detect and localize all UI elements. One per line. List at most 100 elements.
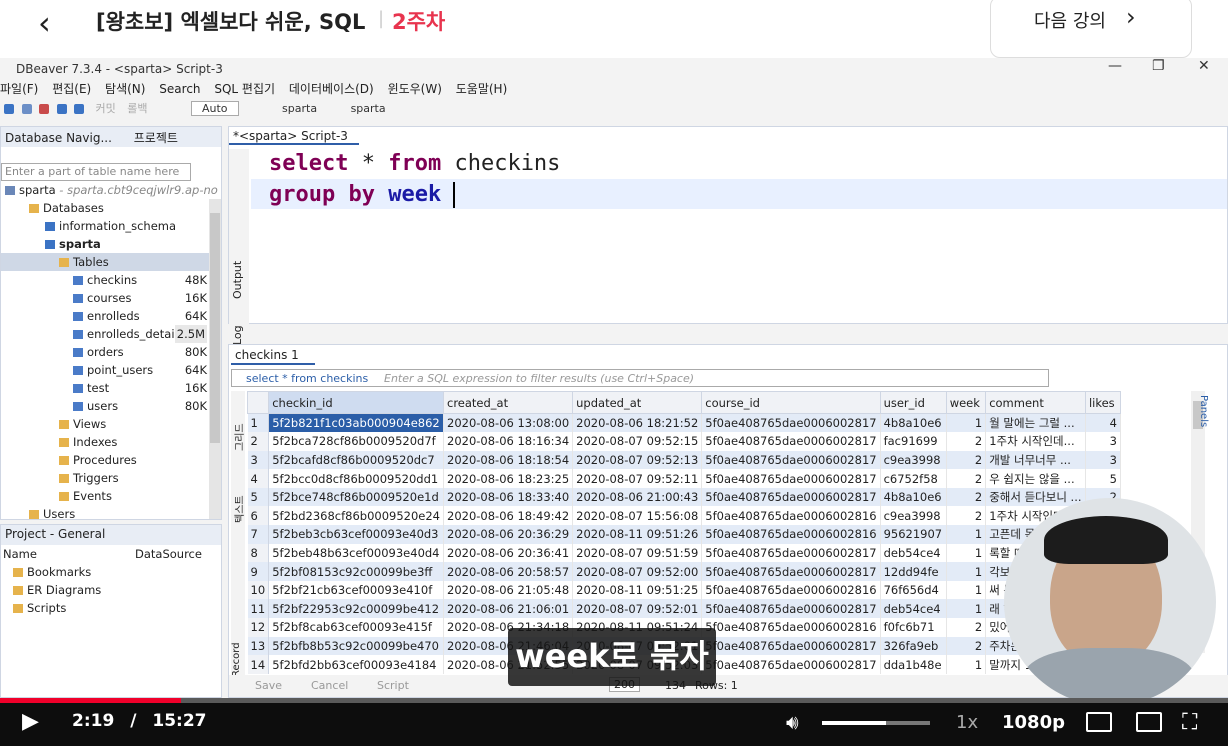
- cell-comment[interactable]: 우 쉽지는 않을 ...: [985, 469, 1086, 488]
- column-header-created_at[interactable]: created_at: [442, 391, 574, 414]
- tree-table-users[interactable]: users 80K: [1, 397, 211, 415]
- cell-user_id[interactable]: c9ea3998: [880, 450, 947, 470]
- cell-course_id[interactable]: 5f0ae408765dae0006002817: [701, 450, 881, 470]
- menu-help[interactable]: 도움말(H): [456, 82, 508, 96]
- datasource-selector[interactable]: sparta: [282, 102, 317, 115]
- cell-created_at[interactable]: 2020-08-06 18:49:42: [443, 506, 574, 526]
- menu-edit[interactable]: 편집(E): [52, 82, 91, 96]
- cell-week[interactable]: 1: [946, 580, 987, 600]
- cell-week[interactable]: 1: [946, 562, 987, 581]
- table-row[interactable]: 6 5f2bd2368cf86b0009520e24 2020-08-06 18:4…: [247, 506, 1122, 526]
- table-row[interactable]: 8 5f2beb48b63cef00093e40d4 2020-08-06 20:3…: [247, 543, 1122, 563]
- cell-user_id[interactable]: 12dd94fe: [880, 562, 947, 581]
- cell-updated_at[interactable]: 2020-08-07 09:52:13: [572, 450, 703, 470]
- cell-updated_at[interactable]: 2020-08-07 09:51:59: [572, 543, 703, 563]
- cell-course_id[interactable]: 5f0ae408765dae0006002817: [701, 487, 881, 507]
- cell-course_id[interactable]: 5f0ae408765dae0006002817: [701, 469, 881, 488]
- cell-created_at[interactable]: 2020-08-06 18:18:54: [443, 450, 574, 470]
- cell-updated_at[interactable]: 2020-08-06 18:21:52: [572, 413, 703, 433]
- play-icon[interactable]: ▶: [22, 709, 39, 734]
- cell-week[interactable]: 1: [946, 413, 987, 433]
- sql-editor[interactable]: *<sparta> Script-3 Output Log select * f…: [228, 126, 1228, 345]
- cell-checkin-id[interactable]: 5f2bfd2bb63cef00093e4184: [268, 655, 444, 674]
- tree-table-enrolleds[interactable]: enrolleds 64K: [1, 307, 211, 325]
- menu-navigate[interactable]: 탐색(N): [105, 82, 145, 96]
- editor-tab[interactable]: *<sparta> Script-3: [229, 127, 359, 145]
- cell-user_id[interactable]: 4b8a10e6: [880, 413, 947, 433]
- cell-checkin-id[interactable]: 5f2bd2368cf86b0009520e24: [268, 506, 444, 526]
- open-script-icon[interactable]: [74, 104, 84, 114]
- tree-indexes[interactable]: Indexes: [1, 433, 211, 451]
- tree-table-courses[interactable]: courses 16K: [1, 289, 211, 307]
- cell-course_id[interactable]: 5f0ae408765dae0006002817: [701, 655, 881, 674]
- cell-week[interactable]: 1: [946, 655, 987, 674]
- cell-user_id[interactable]: 4b8a10e6: [880, 487, 947, 507]
- tab-project[interactable]: 프로젝트: [134, 131, 178, 145]
- cell-course_id[interactable]: 5f0ae408765dae0006002817: [701, 543, 881, 563]
- results-filter[interactable]: select * from checkins Enter a SQL expre…: [231, 369, 1049, 387]
- tree-procedures[interactable]: Procedures: [1, 451, 211, 469]
- cancel-button[interactable]: Cancel: [311, 679, 348, 692]
- results-tab[interactable]: checkins 1: [231, 347, 315, 365]
- cell-user_id[interactable]: dda1b48e: [880, 655, 947, 674]
- cell-likes[interactable]: 5: [1085, 469, 1122, 488]
- cell-course_id[interactable]: 5f0ae408765dae0006002817: [701, 636, 881, 656]
- quality-selector[interactable]: 1080p: [1002, 712, 1065, 733]
- cell-checkin-id[interactable]: 5f2bca728cf86b0009520d7f: [268, 432, 444, 451]
- cell-week[interactable]: 2: [946, 618, 987, 637]
- table-row[interactable]: 7 5f2beb3cb63cef00093e40d3 2020-08-06 20:3…: [247, 525, 1122, 544]
- close-icon[interactable]: ✕: [1198, 58, 1210, 74]
- schema-selector[interactable]: sparta: [351, 102, 386, 115]
- transaction-mode[interactable]: Auto: [191, 101, 239, 116]
- cell-course_id[interactable]: 5f0ae408765dae0006002816: [701, 580, 881, 600]
- project-scripts[interactable]: Scripts: [1, 599, 221, 617]
- tree-connection[interactable]: sparta - sparta.cbt9ceqjwlr9.ap-no: [1, 181, 218, 199]
- tree-databases[interactable]: Databases: [1, 199, 211, 217]
- cell-course_id[interactable]: 5f0ae408765dae0006002816: [701, 506, 881, 526]
- cell-created_at[interactable]: 2020-08-06 20:36:29: [443, 525, 574, 544]
- tree-events[interactable]: Events: [1, 487, 211, 505]
- cell-created_at[interactable]: 2020-08-06 18:23:25: [443, 469, 574, 488]
- menu-window[interactable]: 윈도우(W): [388, 82, 442, 96]
- tree-users[interactable]: Users: [1, 505, 211, 523]
- cell-created_at[interactable]: 2020-08-06 18:16:34: [443, 432, 574, 451]
- project-er-diagrams[interactable]: ER Diagrams: [1, 581, 221, 599]
- subtitles-icon[interactable]: [1086, 712, 1112, 732]
- cell-course_id[interactable]: 5f0ae408765dae0006002817: [701, 562, 881, 581]
- column-header-course_id[interactable]: course_id: [701, 391, 881, 414]
- table-row[interactable]: 3 5f2bcafd8cf86b0009520dc7 2020-08-06 18:1…: [247, 450, 1122, 470]
- column-header-comment[interactable]: comment: [985, 391, 1086, 414]
- log-side-tab[interactable]: Log: [231, 325, 244, 345]
- cell-user_id[interactable]: f0fc6b71: [880, 618, 947, 637]
- tree-information-schema[interactable]: information_schema: [1, 217, 211, 235]
- cell-course_id[interactable]: 5f0ae408765dae0006002816: [701, 618, 881, 637]
- cell-week[interactable]: 2: [946, 506, 987, 526]
- project-bookmarks[interactable]: Bookmarks: [1, 563, 221, 581]
- cell-checkin-id[interactable]: 5f2bf22953c92c00099be412: [268, 599, 444, 619]
- menu-sql-editor[interactable]: SQL 편집기: [214, 82, 275, 96]
- code-line-2[interactable]: group by week: [269, 182, 441, 207]
- cell-user_id[interactable]: 76f656d4: [880, 580, 947, 600]
- output-side-tab[interactable]: Output: [231, 249, 244, 299]
- column-header-likes[interactable]: likes: [1084, 391, 1122, 414]
- cell-course_id[interactable]: 5f0ae408765dae0006002817: [701, 599, 881, 619]
- cell-week[interactable]: 2: [946, 487, 987, 507]
- tree-table-point_users[interactable]: point_users 64K: [1, 361, 211, 379]
- cell-checkin-id[interactable]: 5f2bfb8b53c92c00099be470: [268, 636, 444, 656]
- menu-search[interactable]: Search: [159, 82, 200, 96]
- playback-speed[interactable]: 1x: [956, 712, 978, 733]
- cell-course_id[interactable]: 5f0ae408765dae0006002817: [701, 413, 881, 433]
- cell-likes[interactable]: 4: [1085, 413, 1122, 433]
- menu-database[interactable]: 데이터베이스(D): [289, 82, 374, 96]
- tree-db-sparta[interactable]: sparta: [1, 235, 211, 253]
- disconnect-icon[interactable]: [39, 104, 49, 114]
- cell-user_id[interactable]: 326fa9eb: [880, 636, 947, 656]
- cell-course_id[interactable]: 5f0ae408765dae0006002816: [701, 525, 881, 544]
- commit-button[interactable]: 커밋: [96, 102, 116, 115]
- new-script-icon[interactable]: [56, 104, 67, 114]
- next-lecture-label[interactable]: 다음 강의: [1034, 7, 1106, 33]
- restore-icon[interactable]: ❐: [1152, 58, 1165, 74]
- tree-tables[interactable]: Tables: [1, 253, 211, 271]
- table-row[interactable]: 2 5f2bca728cf86b0009520d7f 2020-08-06 18:1…: [247, 432, 1122, 451]
- cell-created_at[interactable]: 2020-08-06 20:36:41: [443, 543, 574, 563]
